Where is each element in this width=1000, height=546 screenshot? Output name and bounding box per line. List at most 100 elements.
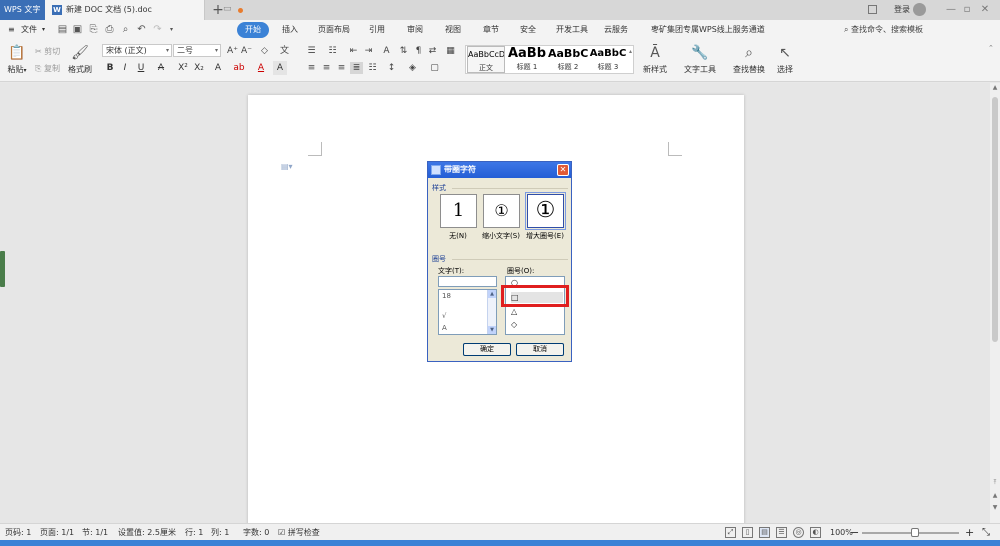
file-menu[interactable]: 文件 bbox=[21, 20, 37, 40]
cut-button[interactable]: ✂ 剪切 bbox=[35, 46, 60, 57]
italic-icon[interactable]: I bbox=[118, 61, 132, 75]
list-item[interactable]: 18 bbox=[442, 292, 451, 300]
dialog-close-icon[interactable]: ✕ bbox=[557, 164, 569, 176]
underline-icon[interactable]: U bbox=[134, 61, 148, 75]
redo-icon[interactable]: ↷ bbox=[152, 24, 163, 35]
scroll-prev-page-icon[interactable]: ▲ bbox=[990, 491, 1000, 501]
style-normal[interactable]: AaBbCcDd 正文 bbox=[467, 46, 505, 73]
style-option-shrink-text-label[interactable]: 缩小文字(S) bbox=[479, 232, 523, 241]
tab-review[interactable]: 审阅 bbox=[407, 22, 423, 38]
dialog-title-bar[interactable]: 带圈字符 ✕ bbox=[428, 162, 571, 178]
maximize-icon[interactable]: ▫ bbox=[960, 0, 974, 20]
hamburger-icon[interactable]: ≡ bbox=[8, 20, 15, 40]
read-mode-icon[interactable]: ▯ bbox=[742, 527, 753, 538]
scrollbar-thumb[interactable] bbox=[992, 97, 998, 342]
zoom-in-icon[interactable]: + bbox=[965, 524, 974, 541]
close-window-icon[interactable]: ✕ bbox=[978, 0, 992, 20]
style-heading-1[interactable]: AaBb 标题 1 bbox=[507, 46, 547, 73]
text-list-scrollbar[interactable]: ▲ ▼ bbox=[487, 290, 496, 334]
scroll-next-page-icon[interactable]: ▼ bbox=[990, 503, 1000, 513]
side-panel-handle[interactable] bbox=[0, 251, 5, 287]
distributed-icon[interactable]: ☷ bbox=[366, 62, 379, 74]
style-heading-2[interactable]: AaBbC 标题 2 bbox=[548, 46, 588, 73]
sort-icon[interactable]: ⇅ bbox=[397, 45, 410, 57]
tab-cloud[interactable]: 云服务 bbox=[604, 22, 628, 38]
minimize-icon[interactable]: — bbox=[944, 0, 958, 20]
char-shading-icon[interactable]: A bbox=[273, 61, 287, 75]
align-left-icon[interactable]: ≡ bbox=[305, 62, 318, 74]
font-color-icon[interactable]: A bbox=[254, 61, 268, 75]
enclosure-diamond-option[interactable]: ◇ bbox=[511, 319, 563, 330]
show-marks-icon[interactable]: ¶ bbox=[412, 45, 425, 57]
page-view-icon[interactable]: ▤ bbox=[759, 527, 770, 538]
align-center-icon[interactable]: ≡ bbox=[320, 62, 333, 74]
text-input[interactable] bbox=[438, 276, 497, 287]
strikethrough-icon[interactable]: A bbox=[154, 61, 168, 75]
format-painter-button[interactable]: 🖌 格式刷 bbox=[67, 44, 93, 75]
paragraph-layout-icon[interactable]: ▤▾ bbox=[281, 162, 293, 171]
tab-view[interactable]: 视图 bbox=[445, 22, 461, 38]
status-page[interactable]: 页码: 1 bbox=[5, 524, 31, 541]
font-size-select[interactable]: 二号 ▾ bbox=[173, 44, 221, 57]
select-button[interactable]: ↖ 选择 bbox=[773, 44, 797, 75]
scroll-up-icon[interactable]: ▲ bbox=[488, 290, 496, 298]
style-scroll-icon[interactable]: ▴ bbox=[629, 48, 632, 55]
spell-check-button[interactable]: ☑ 拼写检查 bbox=[278, 524, 320, 541]
scroll-up-icon[interactable]: ▲ bbox=[990, 83, 1000, 93]
new-style-button[interactable]: Ā 新样式 bbox=[640, 44, 670, 75]
eye-protection-icon[interactable]: ◐ bbox=[810, 527, 821, 538]
zoom-out-icon[interactable]: − bbox=[850, 524, 859, 541]
style-option-shrink-text[interactable]: ① bbox=[483, 194, 520, 228]
cancel-button[interactable]: 取消 bbox=[516, 343, 564, 356]
status-word-count[interactable]: 字数: 0 bbox=[243, 524, 269, 541]
text-list[interactable]: 18 √ A ▲ ▼ bbox=[438, 289, 497, 335]
chinese-layout-icon[interactable]: A bbox=[380, 45, 393, 57]
style-option-none[interactable]: 1 bbox=[440, 194, 477, 228]
new-tab-button[interactable]: + bbox=[210, 0, 226, 20]
increase-indent-icon[interactable]: ⇥ bbox=[362, 45, 375, 57]
status-column[interactable]: 列: 1 bbox=[211, 524, 229, 541]
clear-format-icon[interactable]: ◇ bbox=[258, 45, 271, 57]
vertical-scrollbar[interactable]: ▲ ⤒ ▲ ▼ bbox=[990, 83, 1000, 523]
login-button[interactable]: 登录 bbox=[894, 0, 910, 20]
border-icon[interactable]: ▢ bbox=[428, 62, 441, 74]
scroll-top-icon[interactable]: ⤒ bbox=[990, 478, 1000, 488]
list-item[interactable]: √ bbox=[442, 312, 446, 320]
find-replace-button[interactable]: ⌕ 查找替换 bbox=[730, 44, 768, 75]
app-tab[interactable]: WPS 文字 bbox=[0, 0, 45, 20]
file-menu-arrow-icon[interactable]: ▾ bbox=[42, 20, 45, 40]
status-setting-value[interactable]: 设置值: 2.5厘米 bbox=[118, 524, 176, 541]
tab-home[interactable]: 开始 bbox=[237, 22, 269, 38]
tab-security[interactable]: 安全 bbox=[520, 22, 536, 38]
tab-insert[interactable]: 插入 bbox=[282, 22, 298, 38]
avatar[interactable] bbox=[913, 3, 926, 16]
tab-page-layout[interactable]: 页面布局 bbox=[318, 22, 350, 38]
export-icon[interactable]: ⎘ bbox=[88, 24, 99, 35]
quick-access-more-icon[interactable]: ▾ bbox=[166, 24, 177, 35]
decrease-indent-icon[interactable]: ⇤ bbox=[347, 45, 360, 57]
justify-icon[interactable]: ≣ bbox=[350, 62, 363, 74]
emphasis-icon[interactable]: A bbox=[211, 61, 225, 75]
style-option-enlarge-circle[interactable]: ① bbox=[525, 192, 566, 230]
subscript-icon[interactable]: X₂ bbox=[192, 61, 206, 75]
skin-icon[interactable] bbox=[868, 5, 877, 14]
bold-icon[interactable]: B bbox=[103, 61, 117, 75]
web-view-icon[interactable]: ◎ bbox=[793, 527, 804, 538]
copy-button[interactable]: ⎘ 复制 bbox=[35, 63, 60, 74]
align-right-icon[interactable]: ≡ bbox=[335, 62, 348, 74]
superscript-icon[interactable]: X² bbox=[176, 61, 190, 75]
status-row[interactable]: 行: 1 bbox=[185, 524, 203, 541]
bullet-list-icon[interactable]: ☰ bbox=[305, 45, 318, 57]
list-item[interactable]: A bbox=[442, 324, 447, 332]
tab-references[interactable]: 引用 bbox=[369, 22, 385, 38]
command-search[interactable]: ⌕ 查找命令、搜索模板 bbox=[844, 20, 923, 40]
save-icon[interactable]: ▣ bbox=[72, 24, 83, 35]
shrink-font-icon[interactable]: A⁻ bbox=[240, 45, 253, 57]
scroll-down-icon[interactable]: ▼ bbox=[488, 326, 496, 334]
text-direction-icon[interactable]: ⇄ bbox=[426, 45, 439, 57]
status-section[interactable]: 节: 1/1 bbox=[82, 524, 108, 541]
highlight-color-icon[interactable]: ab bbox=[232, 61, 246, 75]
print-preview-icon[interactable]: ⌕ bbox=[120, 24, 131, 35]
collapse-ribbon-icon[interactable]: ⌃ bbox=[988, 44, 994, 52]
tab-chapter[interactable]: 章节 bbox=[483, 22, 499, 38]
